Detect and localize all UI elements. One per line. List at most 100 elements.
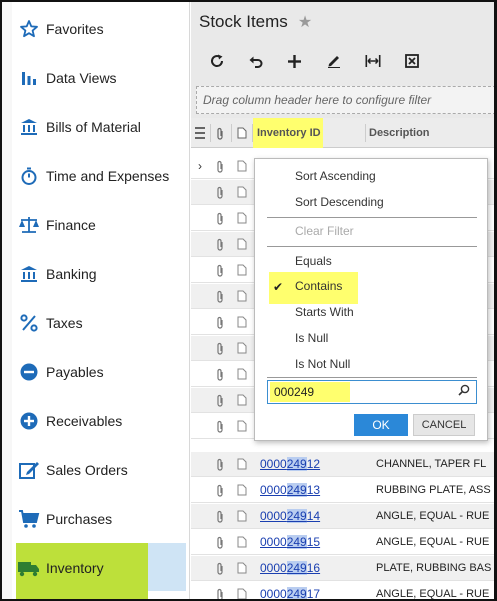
note-icon[interactable] xyxy=(233,232,251,256)
sidebar-item-label: Time and Expenses xyxy=(46,167,170,184)
note-icon[interactable] xyxy=(233,284,251,308)
column-divider xyxy=(365,124,366,142)
edit-icon[interactable] xyxy=(314,46,353,76)
sidebar-item-bills-of-material[interactable]: Bills of Material xyxy=(12,102,186,151)
attachment-icon[interactable] xyxy=(211,310,229,334)
table-row[interactable]: 0000 249 15 ANGLE, EQUAL - RUE xyxy=(191,530,494,555)
note-icon[interactable] xyxy=(233,530,251,554)
menu-item-is-null[interactable]: Is Null xyxy=(295,327,328,349)
checkmark-icon: ✔ xyxy=(273,280,284,294)
sidebar: Favorites Data Views Bills of Material T… xyxy=(2,2,190,599)
attachment-icon[interactable] xyxy=(211,452,229,476)
note-icon[interactable] xyxy=(233,154,251,178)
grid-header: Inventory ID Description xyxy=(191,118,494,148)
table-row[interactable]: 0000 249 16 PLATE, RUBBING BAS xyxy=(191,556,494,581)
note-icon[interactable] xyxy=(233,582,251,599)
export-icon[interactable] xyxy=(392,46,431,76)
sidebar-item-favorites[interactable]: Favorites xyxy=(12,4,186,53)
percent-icon xyxy=(12,313,46,333)
inventory-id-link[interactable]: 0000 249 13 xyxy=(260,478,320,502)
table-row[interactable]: 0000 249 17 ANGLE, EQUAL - RUE xyxy=(191,582,494,600)
attachment-icon[interactable] xyxy=(211,362,229,386)
note-icon[interactable] xyxy=(233,478,251,502)
attachment-icon[interactable] xyxy=(211,504,229,528)
page-title: Stock Items xyxy=(199,12,288,31)
sidebar-item-sales-orders[interactable]: Sales Orders xyxy=(12,445,186,494)
menu-item-contains[interactable]: Contains xyxy=(295,275,342,297)
menu-item-sort-ascending[interactable]: Sort Ascending xyxy=(295,165,376,187)
plus-circle-icon xyxy=(12,411,46,431)
fit-columns-icon[interactable] xyxy=(353,46,392,76)
attachment-icon[interactable] xyxy=(211,414,229,438)
menu-item-equals[interactable]: Equals xyxy=(295,250,332,272)
sidebar-item-data-views[interactable]: Data Views xyxy=(12,53,186,102)
sidebar-item-label: Finance xyxy=(46,216,96,233)
ok-button[interactable]: OK xyxy=(354,414,408,436)
sidebar-item-taxes[interactable]: Taxes xyxy=(12,298,186,347)
attachment-icon[interactable] xyxy=(211,232,229,256)
note-icon[interactable] xyxy=(233,258,251,282)
attachment-icon[interactable] xyxy=(211,530,229,554)
bar-chart-icon xyxy=(12,68,46,88)
attachment-icon[interactable] xyxy=(211,258,229,282)
column-filter-menu: Sort Ascending Sort Descending Clear Fil… xyxy=(254,158,488,441)
column-header-inventory-id[interactable]: Inventory ID xyxy=(253,118,323,148)
undo-icon[interactable] xyxy=(236,46,275,76)
note-icon[interactable] xyxy=(233,452,251,476)
inventory-id-link[interactable]: 0000 249 17 xyxy=(260,582,320,599)
column-header-description[interactable]: Description xyxy=(369,118,494,148)
cancel-button[interactable]: CANCEL xyxy=(413,414,475,436)
menu-item-clear-filter: Clear Filter xyxy=(295,224,354,238)
description-cell: PLATE, RUBBING BAS xyxy=(376,562,492,574)
favorite-star-icon[interactable]: ★ xyxy=(298,12,312,32)
menu-item-starts-with[interactable]: Starts With xyxy=(295,301,354,323)
note-icon[interactable] xyxy=(233,556,251,580)
inventory-id-link[interactable]: 0000 249 12 xyxy=(260,452,320,476)
note-icon[interactable] xyxy=(233,414,251,438)
note-icon[interactable] xyxy=(233,362,251,386)
cart-icon xyxy=(12,509,46,529)
menu-item-is-not-null[interactable]: Is Not Null xyxy=(295,353,350,375)
sidebar-item-payables[interactable]: Payables xyxy=(12,347,186,396)
table-row[interactable]: 0000 249 12 CHANNEL, TAPER FL xyxy=(191,452,494,477)
column-settings-icon[interactable] xyxy=(191,118,209,148)
add-icon[interactable] xyxy=(275,46,314,76)
refresh-icon[interactable] xyxy=(197,46,236,76)
table-row[interactable]: 0000 249 13 RUBBING PLATE, ASS xyxy=(191,478,494,503)
sidebar-item-label: Purchases xyxy=(46,510,113,527)
attachment-icon[interactable] xyxy=(211,478,229,502)
attachment-icon[interactable] xyxy=(211,180,229,204)
attachment-icon[interactable] xyxy=(211,284,229,308)
attachment-icon[interactable] xyxy=(211,336,229,360)
attachment-icon[interactable] xyxy=(211,388,229,412)
sidebar-item-banking[interactable]: Banking xyxy=(12,249,186,298)
note-icon[interactable] xyxy=(233,310,251,334)
attachment-icon[interactable] xyxy=(211,556,229,580)
note-icon[interactable] xyxy=(233,388,251,412)
search-icon[interactable] xyxy=(458,384,470,399)
note-icon[interactable] xyxy=(233,206,251,230)
note-icon[interactable] xyxy=(233,504,251,528)
note-icon[interactable] xyxy=(233,180,251,204)
row-selector-icon[interactable]: › xyxy=(191,154,209,178)
group-by-drop-zone[interactable]: Drag column header here to configure fil… xyxy=(196,86,494,114)
filter-value-input[interactable]: 000249 xyxy=(267,380,477,404)
sidebar-item-finance[interactable]: Finance xyxy=(12,200,186,249)
menu-item-sort-descending[interactable]: Sort Descending xyxy=(295,191,384,213)
inventory-id-link[interactable]: 0000 249 16 xyxy=(260,556,320,580)
toolbar xyxy=(191,44,494,78)
sidebar-item-receivables[interactable]: Receivables xyxy=(12,396,186,445)
stopwatch-icon xyxy=(12,166,46,186)
inventory-id-link[interactable]: 0000 249 15 xyxy=(260,530,320,554)
attachment-icon[interactable] xyxy=(211,154,229,178)
attachment-icon[interactable] xyxy=(211,206,229,230)
sidebar-item-time-and-expenses[interactable]: Time and Expenses xyxy=(12,151,186,200)
sidebar-item-label: Taxes xyxy=(46,314,83,331)
attachment-icon[interactable] xyxy=(211,582,229,599)
sidebar-item-inventory[interactable]: Inventory xyxy=(12,543,186,592)
table-row[interactable]: 0000 249 14 ANGLE, EQUAL - RUE xyxy=(191,504,494,529)
note-icon[interactable] xyxy=(233,336,251,360)
sidebar-item-purchases[interactable]: Purchases xyxy=(12,494,186,543)
description-cell: ANGLE, EQUAL - RUE xyxy=(376,588,490,600)
inventory-id-link[interactable]: 0000 249 14 xyxy=(260,504,320,528)
